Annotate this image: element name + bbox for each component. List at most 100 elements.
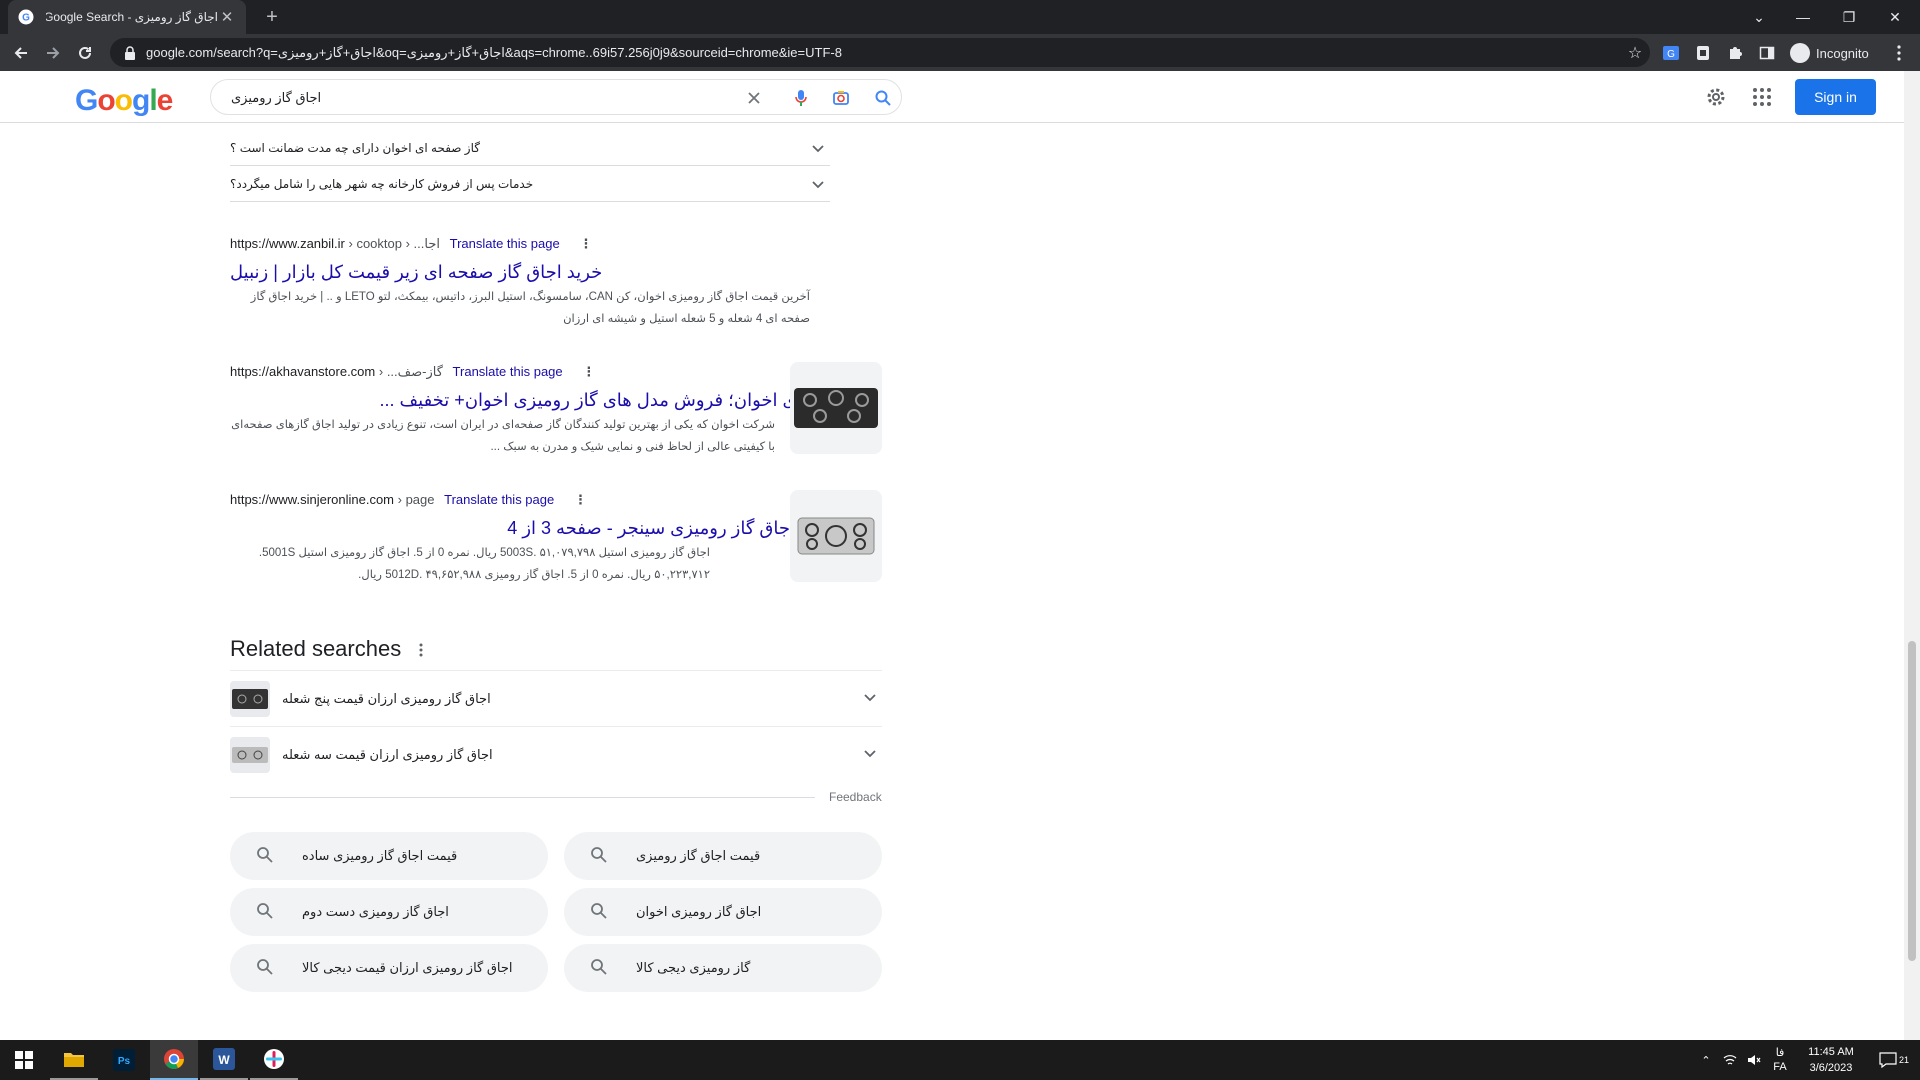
divider [230,797,815,798]
result-snippet: آخرین قیمت اجاق گاز رومیزی اخوان، کن CAN… [230,286,810,330]
tray-chevron-up-icon[interactable]: ⌃ [1696,1040,1716,1080]
related-search-row[interactable]: اجاق گاز رومیزی ارزان قیمت پنج شعله [230,670,882,726]
result-cite[interactable]: https://www.zanbil.ir › cooktop › ...اجا… [230,234,880,254]
google-logo[interactable]: Google [75,84,174,118]
result-title-link[interactable]: گاز صفحه ای اخوان؛ فروش مدل های گاز رومی… [230,386,881,414]
more-options-icon[interactable] [418,642,424,658]
more-options-icon[interactable]: ⋮ [582,362,595,382]
restore-icon[interactable]: ❐ [1826,0,1872,34]
photoshop-icon[interactable]: Ps [100,1040,148,1080]
translate-icon[interactable]: G [1658,40,1684,66]
related-thumbnail [230,737,270,773]
settings-gear-icon[interactable] [1704,85,1728,109]
notification-count: 21 [1898,1055,1909,1065]
search-input[interactable]: اجاق گاز رومیزی [210,79,902,115]
related-search-label: اجاق گاز رومیزی ارزان قیمت سه شعله [282,747,493,762]
browser-toolbar: google.com/search?q=اجاق+گاز+رومیزی&oq=ا… [0,34,1920,71]
snippet-line: ۵۰,۲۲۳,۷۱۲ ریال. نمره 0 از 5. اجاق گاز ر… [358,569,710,581]
chip-label: قیمت اجاق گاز رومیزی [636,848,761,863]
extensions-puzzle-icon[interactable] [1722,40,1748,66]
related-search-chip[interactable]: گاز رومیزی دیجی کالا [564,944,882,992]
chrome-menu-icon[interactable] [1886,40,1912,66]
related-search-label: اجاق گاز رومیزی ارزان قیمت پنج شعله [282,691,491,706]
faq-question: گاز صفحه ای اخوان دارای چه مدت ضمانت است… [230,141,480,155]
result-domain: https://akhavanstore.com [230,364,376,379]
logo-letter: e [156,84,174,117]
search-icon[interactable] [873,88,893,108]
more-options-icon[interactable]: ⋮ [579,234,592,254]
lock-icon [125,45,135,60]
volume-muted-icon[interactable] [1744,1040,1764,1080]
translate-link[interactable]: Translate this page [450,236,560,251]
image-search-icon[interactable] [831,88,851,108]
logo-letter: o [97,84,115,117]
tab-search-icon[interactable]: ⌄ [1736,0,1782,34]
faq-item[interactable]: گاز صفحه ای اخوان دارای چه مدت ضمانت است… [230,130,830,166]
slack-icon[interactable] [250,1040,298,1080]
incognito-profile[interactable]: Incognito [1790,40,1869,66]
apps-grid-icon[interactable] [1752,87,1772,107]
related-search-row[interactable]: اجاق گاز رومیزی ارزان قیمت سه شعله [230,726,882,782]
network-icon[interactable] [1720,1040,1740,1080]
system-clock[interactable]: 11:45 AM 3/6/2023 [1794,1044,1868,1076]
feedback-link[interactable]: Feedback [829,790,882,804]
bookmark-star-icon[interactable]: ☆ [1620,43,1650,63]
translate-link[interactable]: Translate this page [453,364,563,379]
tab-title: اجاق گاز رومیزی - Google Search [46,10,218,24]
result-snippet: اجاق گاز رومیزی استیل 5003S. ۵۱,۰۷۹,۷۹۸ … [230,542,710,586]
clock-date: 3/6/2023 [1809,1062,1853,1074]
file-explorer-icon[interactable] [50,1040,98,1080]
related-search-chip[interactable]: اجاق گاز رومیزی ارزان قیمت دیجی کالا [230,944,548,992]
new-tab-icon[interactable]: + [260,5,284,29]
windows-start-icon[interactable] [0,1040,48,1080]
related-searches-heading: Related searches [230,636,402,661]
snippet-line: با کیفیتی عالی از لحاظ فنی و نمایی شیک و… [490,441,775,453]
incognito-icon [1790,43,1810,63]
back-icon[interactable] [8,40,34,66]
related-thumbnail [230,681,270,717]
related-search-chip[interactable]: قیمت اجاق گاز رومیزی ساده [230,832,548,880]
side-panel-icon[interactable] [1754,40,1780,66]
chip-label: گاز رومیزی دیجی کالا [636,960,751,975]
faq-item[interactable]: خدمات پس از فروش کارخانه چه شهر هایی را … [230,166,830,202]
minimize-icon[interactable]: — [1780,0,1826,34]
search-icon [257,903,273,919]
result-title-link[interactable]: بایگانی‌های اجاق گاز رومیزی سینجر - صفحه… [230,514,880,542]
related-search-chip[interactable]: اجاق گاز رومیزی دست دوم [230,888,548,936]
result-title-link[interactable]: خرید اجاق گاز صفحه ای زیر قیمت کل بازار … [230,258,880,286]
search-icon [257,959,273,975]
translate-link[interactable]: Translate this page [444,492,554,507]
related-search-chip[interactable]: قیمت اجاق گاز رومیزی [564,832,882,880]
scrollbar-thumb[interactable] [1908,641,1916,961]
chip-label: اجاق گاز رومیزی اخوان [636,904,762,919]
active-tab[interactable]: G اجاق گاز رومیزی - Google Search ✕ [8,0,246,34]
page-scrollbar[interactable] [1904,71,1920,1040]
sign-in-button[interactable]: Sign in [1795,79,1876,115]
google-header: Google اجاق گاز رومیزی Sign in [0,71,1904,123]
chrome-taskbar-icon[interactable] [150,1040,198,1080]
result-thumbnail-gas-stove[interactable] [790,362,882,454]
related-search-chip[interactable]: اجاق گاز رومیزی اخوان [564,888,882,936]
more-options-icon[interactable]: ⋮ [574,490,587,510]
forward-icon[interactable] [40,40,66,66]
extension-icon[interactable] [1690,40,1716,66]
address-bar[interactable]: google.com/search?q=اجاق+گاز+رومیزی&oq=ا… [110,38,1650,67]
tab-close-icon[interactable]: ✕ [218,8,236,26]
notifications-icon[interactable]: 21 [1874,1040,1914,1080]
close-window-icon[interactable]: ✕ [1872,0,1918,34]
chip-label: اجاق گاز رومیزی دست دوم [302,904,449,919]
snippet-line: آخرین قیمت اجاق گاز رومیزی اخوان، کن CAN… [250,291,810,303]
reload-icon[interactable] [72,40,98,66]
result-cite[interactable]: https://www.sinjeronline.com › page Tran… [230,490,880,510]
result-thumbnail-gas-stove[interactable] [790,490,882,582]
clear-search-icon[interactable] [744,88,764,108]
search-result: https://akhavanstore.com › ...گاز-صف Tra… [230,362,880,458]
word-icon[interactable]: W [200,1040,248,1080]
result-cite[interactable]: https://akhavanstore.com › ...گاز-صف Tra… [230,362,880,382]
url-text: google.com/search?q=اجاق+گاز+رومیزی&oq=ا… [146,44,842,60]
logo-letter: o [114,84,133,117]
search-result: https://www.zanbil.ir › cooktop › ...اجا… [230,234,880,330]
language-bottom: FA [1773,1061,1787,1073]
voice-search-icon[interactable] [791,88,811,108]
language-indicator[interactable]: فا FA [1768,1040,1792,1080]
